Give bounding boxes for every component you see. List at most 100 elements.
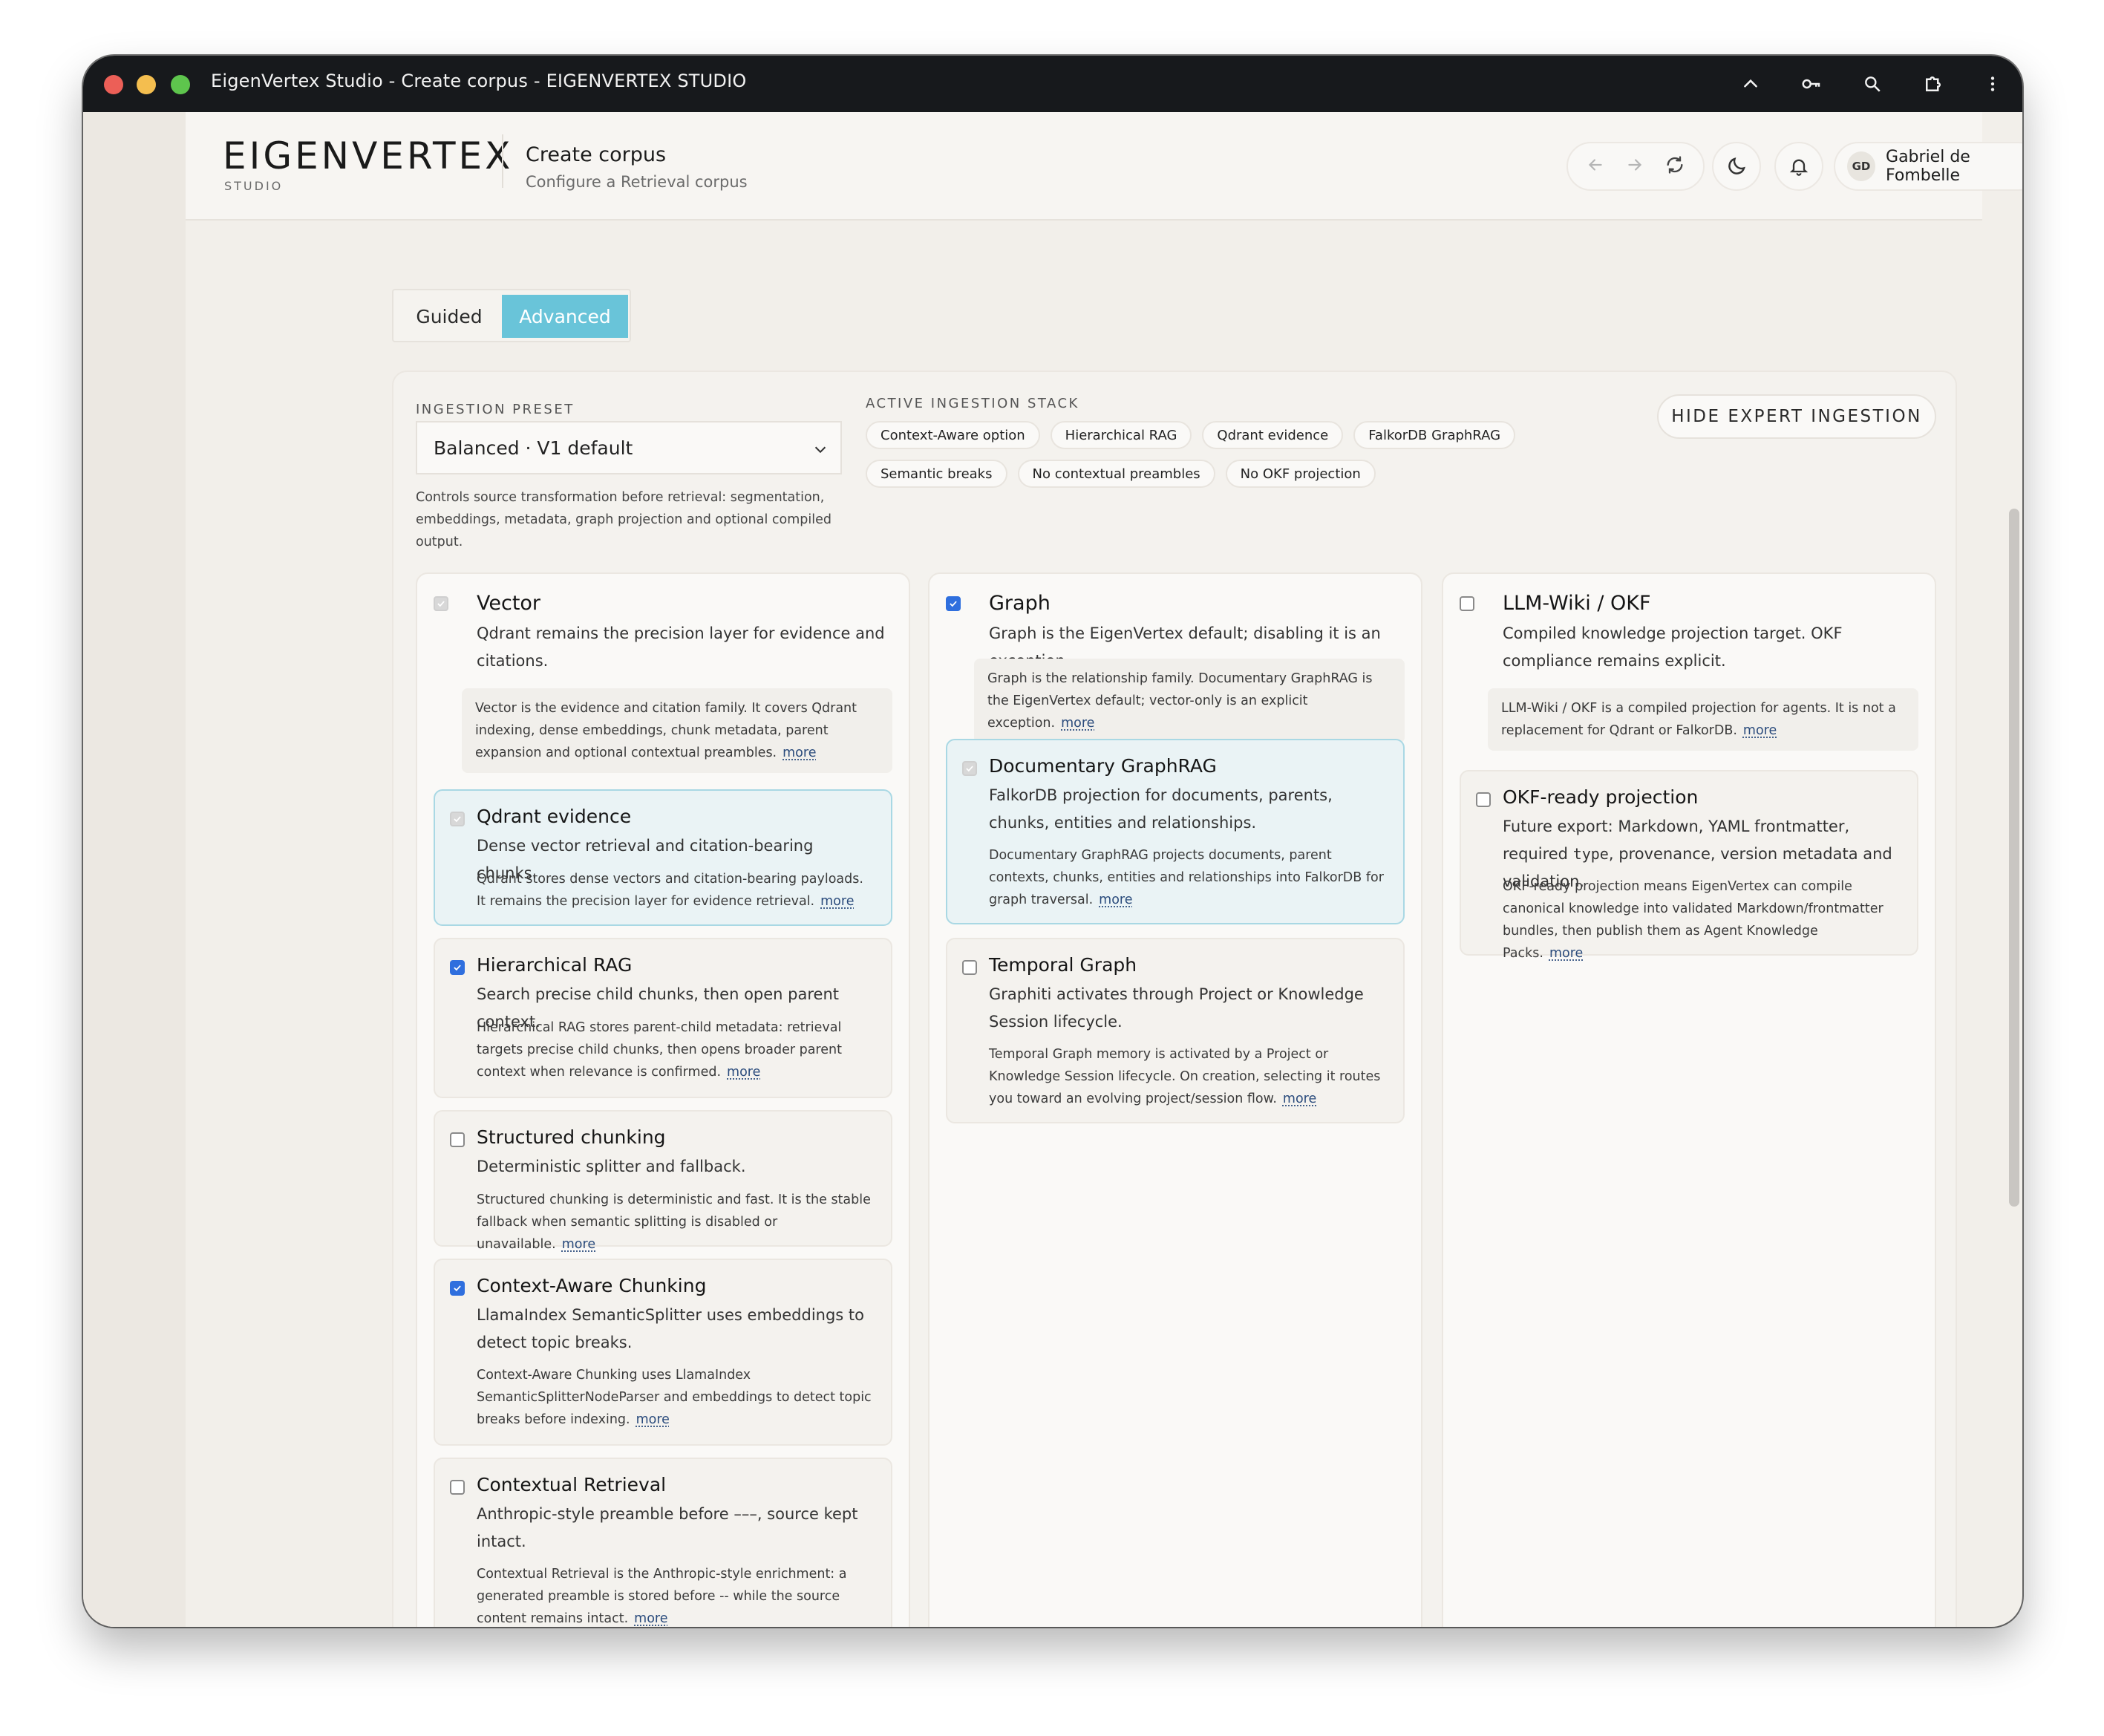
hierarchical-rag-checkbox[interactable] [450,960,465,975]
card-body: Hierarchical RAG stores parent-child met… [477,1017,876,1083]
user-menu[interactable]: GD Gabriel de Fombelle [1834,142,2022,191]
tab-guided[interactable]: Guided [398,295,500,338]
okf-subtitle: Compiled knowledge projection target. OK… [1503,624,1843,670]
card-body: Contextual Retrieval is the Anthropic-st… [477,1563,876,1627]
search-icon[interactable] [1859,71,1886,97]
more-link[interactable]: more [820,894,854,909]
chevron-up-icon[interactable] [1737,71,1764,97]
brand-logo[interactable]: EIGENVERTEX [223,134,513,177]
card-body: Documentary GraphRAG projects documents,… [989,844,1388,911]
graph-column: Graph Graph is the EigenVertex default; … [928,572,1422,1627]
card-okf-ready-projection[interactable]: OKF-ready projection Future export: Mark… [1460,770,1918,961]
okf-checkbox[interactable] [1460,596,1474,611]
maximize-window-button[interactable] [171,75,190,94]
graph-note: Graph is the relationship family. Docume… [974,659,1405,743]
card-hierarchical-rag[interactable]: Hierarchical RAG Search precise child ch… [434,938,892,1098]
graph-note-text: Graph is the relationship family. Docume… [987,671,1373,731]
stack-chip: FalkorDB GraphRAG [1353,421,1516,449]
header-divider [502,134,503,188]
refresh-icon[interactable] [1664,154,1685,178]
key-icon[interactable] [1798,71,1825,97]
card-title: Hierarchical RAG [477,954,633,976]
card-title: Contextual Retrieval [477,1474,667,1495]
tab-advanced[interactable]: Advanced [502,295,628,338]
card-body: Qdrant stores dense vectors and citation… [477,868,876,913]
more-link[interactable]: more [1549,946,1583,961]
navigation-group [1566,142,1705,191]
more-link[interactable]: more [783,745,816,760]
card-qdrant-evidence[interactable]: Qdrant evidence Dense vector retrieval a… [434,789,892,926]
left-gutter [83,112,186,1627]
user-name: Gabriel de Fombelle [1886,148,1970,185]
card-subtitle: FalkorDB projection for documents, paren… [989,786,1333,832]
page-title: Create corpus [526,143,667,166]
card-contextual-retrieval[interactable]: Contextual Retrieval Anthropic-style pre… [434,1458,892,1627]
ingestion-preset-label: INGESTION PRESET [416,402,575,417]
theme-toggle-button[interactable] [1712,142,1761,191]
card-body-text: Qdrant stores dense vectors and citation… [477,872,863,909]
more-link[interactable]: more [1061,716,1094,731]
vector-checkbox[interactable] [434,596,448,611]
qdrant-evidence-checkbox[interactable] [450,812,465,826]
card-title: Structured chunking [477,1126,666,1148]
active-stack-label: ACTIVE INGESTION STACK [866,396,1079,411]
browser-window: EigenVertex Studio - Create corpus - EIG… [83,56,2022,1627]
stack-chip: No contextual preambles [1017,460,1215,488]
graph-checkbox[interactable] [946,596,961,611]
ingestion-preset-select[interactable]: Balanced · V1 default [416,421,842,474]
okf-column: LLM-Wiki / OKF Compiled knowledge projec… [1442,572,1936,1627]
stack-chip: Hierarchical RAG [1050,421,1192,449]
more-link[interactable]: more [1743,723,1777,738]
more-link[interactable]: more [1283,1091,1316,1106]
more-link[interactable]: more [636,1412,670,1427]
vector-subtitle: Qdrant remains the precision layer for e… [477,624,885,670]
card-title: Qdrant evidence [477,806,632,827]
contextual-retrieval-checkbox[interactable] [450,1480,465,1495]
graph-title: Graph [989,592,1051,615]
brand-subtitle: STUDIO [224,179,284,193]
card-title: OKF-ready projection [1503,786,1699,808]
scrollbar[interactable] [2009,509,2019,1207]
more-link[interactable]: more [562,1237,595,1252]
context-aware-chunking-checkbox[interactable] [450,1281,465,1296]
card-temporal-graph[interactable]: Temporal Graph Graphiti activates throug… [946,938,1405,1123]
minimize-window-button[interactable] [137,75,156,94]
more-link[interactable]: more [634,1611,667,1626]
more-vertical-icon[interactable] [1979,71,2006,97]
notifications-button[interactable] [1774,142,1823,191]
back-arrow-icon[interactable] [1586,155,1605,177]
avatar: GD [1847,151,1876,181]
card-body: Temporal Graph memory is activated by a … [989,1043,1388,1110]
card-body: OKF-ready projection means EigenVertex c… [1503,875,1902,965]
card-subtitle: Deterministic splitter and fallback. [477,1158,746,1175]
card-body-text: Context-Aware Chunking uses LlamaIndex S… [477,1368,872,1427]
structured-chunking-checkbox[interactable] [450,1132,465,1147]
stack-chip: Context-Aware option [866,421,1040,449]
card-context-aware-chunking[interactable]: Context-Aware Chunking LlamaIndex Semant… [434,1259,892,1446]
preset-help-text: Controls source transformation before re… [416,490,832,549]
card-documentary-graphrag[interactable]: Documentary GraphRAG FalkorDB projection… [946,739,1405,924]
card-subtitle: Graphiti activates through Project or Kn… [989,985,1364,1031]
card-structured-chunking[interactable]: Structured chunking Deterministic splitt… [434,1110,892,1252]
mode-toggle: Guided Advanced [392,289,631,342]
card-title: Documentary GraphRAG [989,755,1217,777]
forward-arrow-icon[interactable] [1625,155,1644,177]
close-window-button[interactable] [104,75,123,94]
okf-ready-projection-checkbox[interactable] [1476,792,1491,807]
stack-chip: No OKF projection [1225,460,1376,488]
extensions-icon[interactable] [1920,71,1947,97]
okf-note: LLM-Wiki / OKF is a compiled projection … [1488,688,1918,751]
ingestion-panel: INGESTION PRESET Balanced · V1 default C… [392,371,1957,1627]
card-body-text: Temporal Graph memory is activated by a … [989,1047,1381,1106]
documentary-graphrag-checkbox[interactable] [962,761,977,776]
card-body: Structured chunking is deterministic and… [477,1189,876,1256]
window-title: EigenVertex Studio - Create corpus - EIG… [211,71,747,91]
temporal-graph-checkbox[interactable] [962,960,977,975]
card-body-text: Structured chunking is deterministic and… [477,1192,871,1252]
more-link[interactable]: more [1099,893,1132,907]
hide-expert-ingestion-button[interactable]: HIDE EXPERT INGESTION [1657,394,1936,439]
preset-value: Balanced · V1 default [434,437,633,459]
more-link[interactable]: more [727,1065,760,1080]
inline-code: type [1572,845,1609,863]
card-body-text: Documentary GraphRAG projects documents,… [989,848,1384,907]
